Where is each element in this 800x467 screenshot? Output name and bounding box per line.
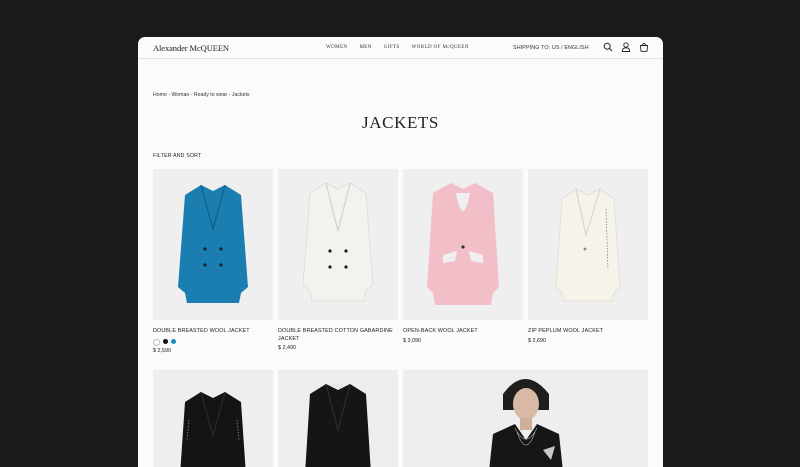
filter-and-sort-button[interactable]: FILTER AND SORT <box>153 153 201 159</box>
shipping-locale-selector[interactable]: SHIPPING TO: US / ENGLISH <box>513 45 589 51</box>
search-icon[interactable] <box>603 42 613 52</box>
product-image[interactable] <box>153 169 273 320</box>
swatch-white[interactable] <box>153 338 160 346</box>
bag-icon[interactable] <box>639 42 649 52</box>
product-image[interactable] <box>153 370 273 467</box>
product-name[interactable]: OPEN-BACK WOOL JACKET <box>403 328 523 336</box>
account-icon[interactable] <box>621 42 631 52</box>
product-price: $ 2,490 <box>278 345 296 351</box>
product-card[interactable]: OPEN-BACK WOOL JACKET $ 3,090 <box>403 169 523 344</box>
product-image[interactable] <box>278 169 398 320</box>
product-card[interactable]: DOUBLE BREASTED WOOL JACKET $ 2,590 <box>153 169 273 354</box>
nav-item-men[interactable]: MEN <box>359 45 371 50</box>
product-image[interactable] <box>278 370 398 467</box>
product-image[interactable] <box>528 169 648 320</box>
product-name[interactable]: DOUBLE BREASTED COTTON GABARDINE JACKET <box>278 328 398 343</box>
product-name[interactable]: DOUBLE BREASTED WOOL JACKET <box>153 328 273 336</box>
nav-item-women[interactable]: WOMEN <box>326 45 347 50</box>
nav-item-world-of-mcqueen[interactable]: WORLD OF McQUEEN <box>412 45 469 50</box>
site-header: Alexander McQUEEN WOMEN MEN GIFTS WORLD … <box>138 37 663 59</box>
model-illustration <box>489 379 563 467</box>
page-title: JACKETS <box>362 113 439 132</box>
jacket-illustration <box>302 182 374 302</box>
header-icons <box>603 42 649 52</box>
swatch-black[interactable] <box>163 338 168 344</box>
product-image[interactable] <box>403 169 523 320</box>
jacket-illustration <box>427 183 499 305</box>
swatch-blue[interactable] <box>171 338 176 344</box>
brand-logo[interactable]: Alexander McQUEEN <box>153 43 229 53</box>
browser-window: Alexander McQUEEN WOMEN MEN GIFTS WORLD … <box>138 37 663 467</box>
jacket-illustration <box>305 383 371 467</box>
product-price: $ 2,690 <box>528 337 546 344</box>
product-name[interactable]: ZIP PEPLUM WOOL JACKET <box>528 328 648 336</box>
breadcrumb[interactable]: Home - Woman - Ready to wear - Jackets <box>153 92 249 98</box>
product-price: $ 2,590 <box>153 347 171 354</box>
main-nav: WOMEN MEN GIFTS WORLD OF McQUEEN <box>326 45 469 50</box>
product-price: $ 3,090 <box>403 337 421 344</box>
color-swatches <box>153 338 273 346</box>
nav-item-gifts[interactable]: GIFTS <box>384 45 400 50</box>
jacket-illustration <box>178 184 248 303</box>
product-card[interactable]: ZIP PEPLUM WOOL JACKET $ 2,690 <box>528 169 648 344</box>
editorial-image[interactable] <box>403 370 648 467</box>
jacket-illustration <box>555 188 621 302</box>
jacket-illustration <box>180 391 246 467</box>
product-card[interactable]: DOUBLE BREASTED COTTON GABARDINE JACKET … <box>278 169 398 351</box>
